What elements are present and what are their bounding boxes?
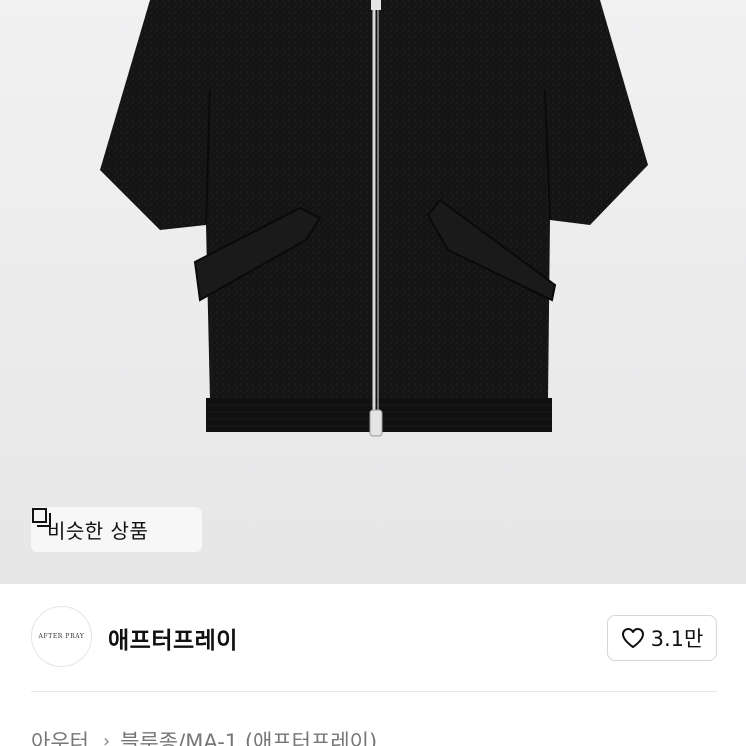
breadcrumb: 아우터 › 블루종/MA-1 (애프터프레이) — [31, 726, 377, 746]
like-count: 3.1만 — [650, 627, 704, 651]
shop-logo-text: AFTER PRAY — [38, 633, 85, 640]
product-image[interactable]: 비슷한 상품 — [0, 0, 746, 584]
divider — [31, 691, 717, 692]
shop-row: AFTER PRAY 애프터프레이 3.1만 — [0, 584, 746, 694]
breadcrumb-separator: › — [102, 730, 111, 746]
heart-outline-icon — [621, 628, 644, 648]
similar-products-label: 비슷한 상품 — [47, 519, 149, 543]
like-button[interactable]: 3.1만 — [607, 615, 717, 661]
breadcrumb-category[interactable]: 아우터 — [31, 726, 89, 746]
shop-name[interactable]: 애프터프레이 — [108, 621, 238, 655]
shop-logo[interactable]: AFTER PRAY — [31, 606, 92, 667]
breadcrumb-subcategory[interactable]: 블루종/MA-1 (애프터프레이) — [120, 726, 377, 746]
similar-products-button[interactable]: 비슷한 상품 — [31, 507, 202, 552]
product-photo-jacket — [100, 0, 648, 437]
similar-items-icon — [32, 508, 51, 527]
